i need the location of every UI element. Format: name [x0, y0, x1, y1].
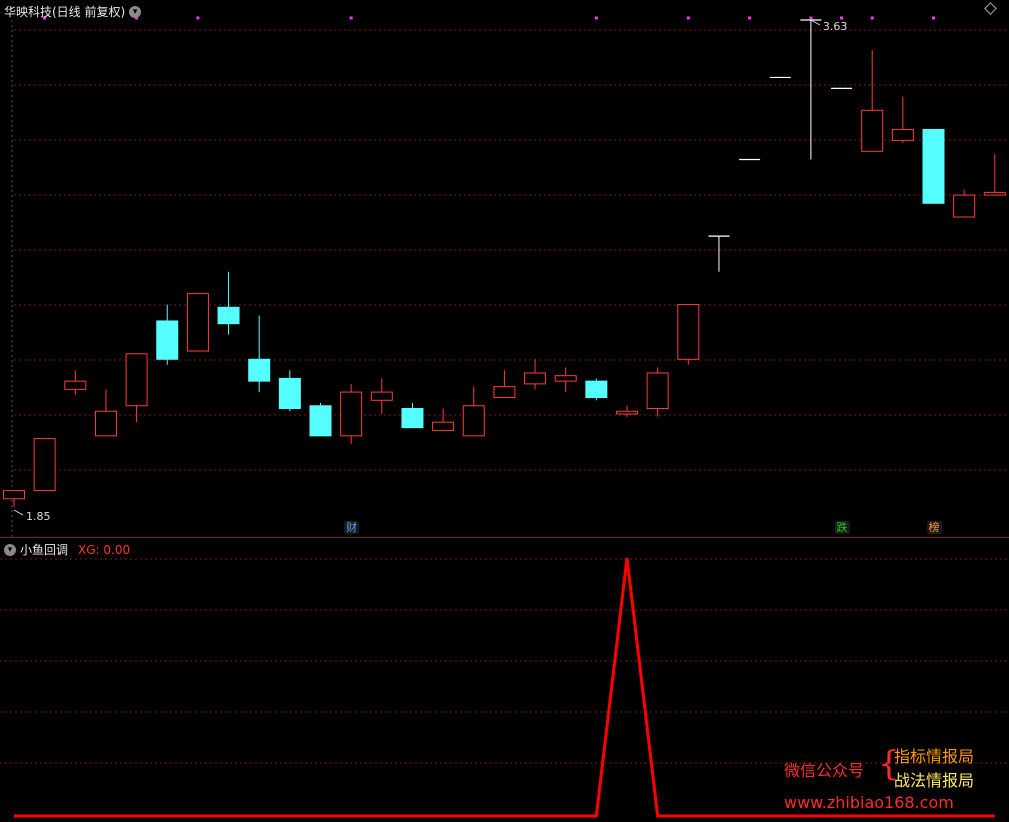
candle-body	[953, 194, 976, 218]
candle-body	[64, 380, 87, 390]
watermark-url: www.zhibiao168.com	[784, 793, 954, 812]
watermark: 微信公众号 { 指标情报局 战法情报局 www.zhibiao168.com	[784, 743, 999, 818]
low-arrow	[13, 509, 24, 516]
signal-marker	[809, 16, 813, 20]
watermark-line2: 战法情报局	[894, 771, 975, 790]
signal-marker	[748, 16, 752, 20]
candle-body	[340, 391, 363, 437]
chevron-down-icon[interactable]: ▾	[129, 5, 142, 18]
candle-body	[94, 410, 117, 437]
candle-body	[585, 380, 608, 399]
chevron-down-icon[interactable]: ▾	[4, 543, 16, 556]
stock-title: 华映科技(日线 前复权)	[4, 5, 126, 19]
xg-value: XG: 0.00	[78, 542, 131, 557]
candle-body	[646, 372, 669, 410]
candle-body	[370, 391, 393, 401]
candle-body	[125, 353, 148, 407]
candle-body	[3, 490, 25, 500]
candle-body	[432, 421, 455, 431]
watermark-wechat: 微信公众号	[784, 761, 865, 780]
high-price-label: 3.63	[823, 20, 848, 33]
candle-body	[217, 306, 240, 325]
watermark-line1: 指标情报局	[894, 747, 975, 766]
low-price-label: 1.85	[26, 510, 51, 523]
candle-body	[922, 128, 945, 204]
candle-body	[616, 410, 638, 415]
candle-body	[248, 358, 271, 382]
candle-body	[891, 128, 914, 141]
candle-body	[33, 438, 56, 492]
indicator-title-bar: ▾ 小鱼回调 XG: 0.00	[4, 541, 130, 558]
candle-body	[309, 405, 332, 437]
signal-marker	[932, 16, 935, 20]
event-tag[interactable]: 财	[344, 521, 360, 534]
signal-marker	[686, 16, 690, 20]
candle-body	[554, 375, 577, 382]
candle-body	[156, 320, 179, 360]
signal-marker	[196, 16, 200, 20]
candle-body	[186, 293, 209, 352]
candlestick-chart[interactable]: 3.63 1.85	[0, 0, 1009, 537]
candle-body	[462, 405, 485, 437]
candle-body	[677, 304, 700, 360]
price-panel[interactable]: 3.63 1.85 华映科技(日线 前复权) ▾ 财 跌 榜	[0, 0, 1009, 537]
candle-body	[493, 386, 516, 399]
signal-marker	[349, 16, 353, 20]
event-tag[interactable]: 跌	[834, 521, 850, 534]
candle-body	[861, 109, 884, 152]
event-tag[interactable]: 榜	[926, 521, 942, 534]
chart-title-bar: 华映科技(日线 前复权) ▾	[4, 3, 142, 20]
indicator-name: 小鱼回调	[20, 543, 69, 557]
signal-marker	[594, 16, 598, 20]
candle-body	[278, 377, 301, 410]
indicator-panel[interactable]: ▾ 小鱼回调 XG: 0.00 微信公众号 { 指标情报局 战法情报局 www.…	[0, 537, 1009, 822]
signal-marker	[870, 16, 874, 20]
candle-body	[983, 191, 1006, 196]
candle-body	[524, 372, 547, 385]
candle-body	[401, 408, 424, 429]
high-arrow	[810, 19, 821, 26]
